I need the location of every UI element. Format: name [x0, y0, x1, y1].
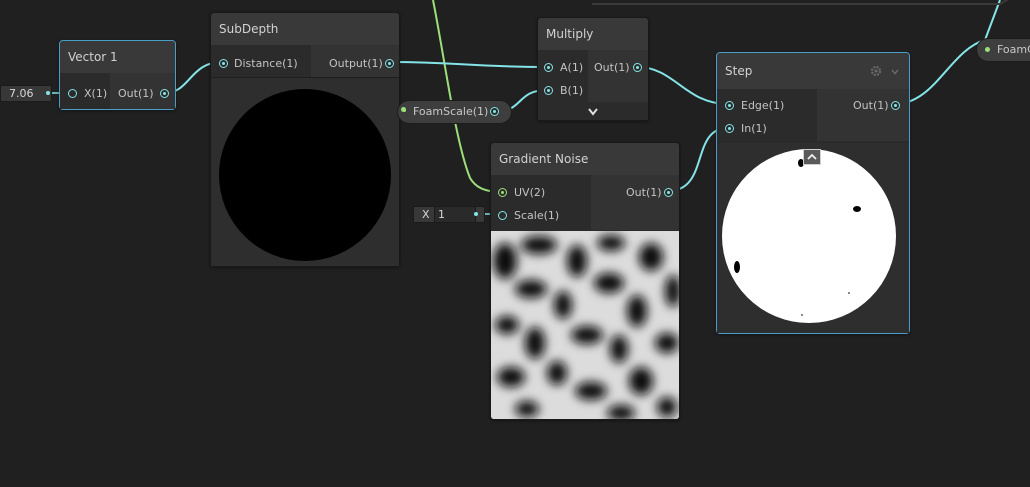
vector1-node[interactable]: Vector 1 X(1) Out(1) [59, 40, 176, 110]
multiply-input-b[interactable]: B(1) [544, 82, 583, 100]
scale-axis-label: X [422, 208, 430, 221]
vector1-value-field[interactable]: 7.06 [0, 85, 52, 102]
gradient-noise-preview [491, 231, 679, 419]
vector1-title: Vector 1 [60, 41, 175, 73]
subdepth-preview [211, 77, 399, 266]
multiply-node[interactable]: Multiply A(1) B(1) Out(1) [537, 17, 649, 121]
foam-color-property[interactable]: FoamC [976, 38, 1030, 62]
chevron-down-icon[interactable] [891, 69, 899, 75]
scale-value[interactable]: 1 [434, 206, 476, 223]
gradient-noise-input-scale[interactable]: Scale(1) [498, 207, 559, 225]
vector1-value: 7.06 [9, 87, 34, 100]
preview-collapse-button[interactable] [803, 149, 821, 165]
gear-icon[interactable] [870, 65, 882, 77]
gradient-noise-node[interactable]: Gradient Noise UV(2) Scale(1) Out(1) [490, 142, 680, 420]
chevron-down-icon [588, 108, 598, 116]
foamscale-property[interactable]: FoamScale(1) [397, 100, 512, 124]
multiply-expand-button[interactable] [538, 104, 648, 120]
foamscale-label: FoamScale(1) [413, 105, 489, 118]
foam-color-label: FoamC [997, 43, 1030, 56]
step-node[interactable]: Step Edge(1) In(1) Out(1) [716, 52, 910, 334]
gradient-noise-output[interactable]: Out(1) [626, 184, 673, 202]
multiply-title: Multiply [538, 18, 648, 50]
step-title: Step [717, 53, 909, 89]
wire-uv [432, 0, 498, 193]
step-input-in[interactable]: In(1) [725, 120, 767, 138]
step-input-edge[interactable]: Edge(1) [725, 97, 784, 115]
gradient-noise-title: Gradient Noise [491, 143, 679, 175]
subdepth-title: SubDepth [211, 13, 399, 45]
subdepth-output[interactable]: Output(1) [329, 55, 394, 73]
gradient-noise-input-uv[interactable]: UV(2) [498, 184, 545, 202]
step-preview [717, 143, 909, 333]
subdepth-node[interactable]: SubDepth Distance(1) Output(1) [210, 12, 400, 267]
multiply-input-a[interactable]: A(1) [544, 59, 583, 77]
chevron-up-icon [807, 153, 817, 160]
vector1-input-x[interactable]: X(1) [68, 85, 107, 103]
multiply-output[interactable]: Out(1) [594, 59, 642, 77]
wire-subdepth-multiply [389, 61, 549, 68]
subdepth-input-distance[interactable]: Distance(1) [219, 55, 298, 73]
wire-multiply-step [636, 66, 729, 105]
vector1-output[interactable]: Out(1) [118, 85, 169, 103]
step-output[interactable]: Out(1) [853, 97, 900, 115]
